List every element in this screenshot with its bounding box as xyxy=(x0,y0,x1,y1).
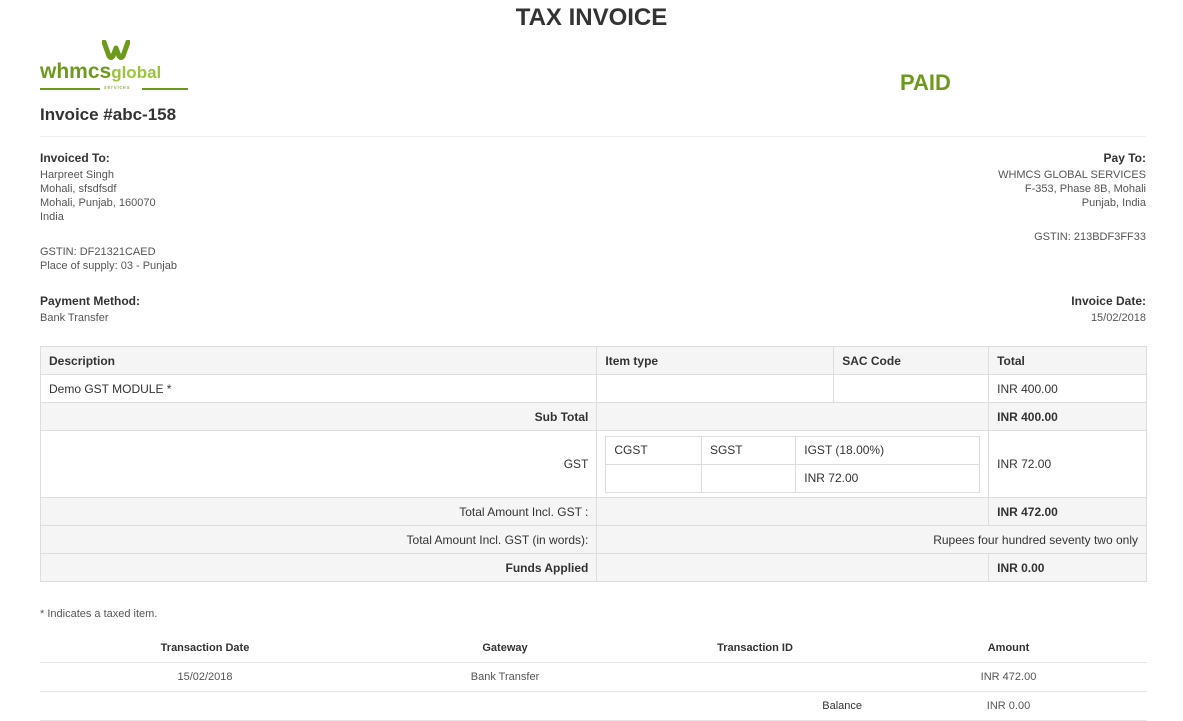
invoiced-to-line: Harpreet Singh xyxy=(40,169,114,181)
table-header-row: Description Item type SAC Code Total xyxy=(39,346,1147,375)
subtotal-label: Sub Total xyxy=(39,402,598,431)
item-description: Demo GST MODULE * xyxy=(39,374,598,403)
pay-to-label: Pay To: xyxy=(1103,151,1146,165)
column-header: Transaction Date xyxy=(40,634,370,663)
column-header: Total xyxy=(988,346,1147,375)
logo-mark-icon xyxy=(102,40,130,60)
total-incl-label: Total Amount Incl. GST : xyxy=(39,497,598,526)
customer-gstin: GSTIN: DF21321CAED xyxy=(40,246,156,258)
balance-label: Balance xyxy=(640,691,870,721)
gst-cgst-header: CGST xyxy=(605,435,702,465)
invoice-number: Invoice #abc-158 xyxy=(40,105,177,124)
funds-applied-value: INR 0.00 xyxy=(988,553,1147,582)
transaction-id xyxy=(640,662,870,692)
gst-igst-value: INR 72.00 xyxy=(795,463,981,493)
table-row: Demo GST MODULE * INR 400.00 xyxy=(39,374,1147,403)
payment-method-label: Payment Method: xyxy=(40,294,141,308)
taxed-item-note: * Indicates a taxed item. xyxy=(40,608,158,620)
invoice-date-block: Invoice Date: 15/02/2018 xyxy=(946,294,1146,325)
funds-applied-label: Funds Applied xyxy=(39,553,598,582)
item-type xyxy=(596,374,835,403)
item-sac-code xyxy=(833,374,990,403)
logo-wordmark: whmcsglobal xyxy=(40,60,162,83)
balance-value: INR 0.00 xyxy=(870,691,1147,721)
transaction-date: 15/02/2018 xyxy=(40,662,370,692)
invoice-date-value: 15/02/2018 xyxy=(1090,312,1146,324)
column-header: Amount xyxy=(870,634,1147,663)
total-words-value: Rupees four hundred seventy two only xyxy=(596,525,1147,554)
gst-breakdown-table: CGST SGST IGST (18.00%) INR 72.00 xyxy=(605,435,981,493)
status-badge: PAID xyxy=(900,70,951,95)
total-words-row: Total Amount Incl. GST (in words): Rupee… xyxy=(39,525,1147,554)
logo-subtext: services xyxy=(104,85,131,91)
column-header: Transaction ID xyxy=(640,634,870,663)
pay-to-line: WHMCS GLOBAL SERVICES xyxy=(998,169,1146,181)
seller-gstin: GSTIN: 213BDF3FF33 xyxy=(1034,231,1146,243)
funds-applied-row: Funds Applied INR 0.00 xyxy=(39,553,1147,582)
gst-row: GST CGST SGST IGST (18.00%) INR 72.00 IN… xyxy=(39,430,1147,498)
pay-to-block: Pay To: WHMCS GLOBAL SERVICES F-353, Pha… xyxy=(746,151,1146,244)
table-row: 15/02/2018 Bank Transfer INR 472.00 xyxy=(40,662,1147,692)
gst-sgst-header: SGST xyxy=(700,435,797,465)
invoice-items-table: Description Item type SAC Code Total Dem… xyxy=(39,346,1147,582)
subtotal-value: INR 400.00 xyxy=(988,402,1147,431)
gst-label: GST xyxy=(39,430,598,498)
subtotal-row: Sub Total INR 400.00 xyxy=(39,402,1147,431)
transactions-header-row: Transaction Date Gateway Transaction ID … xyxy=(40,634,1147,663)
transaction-amount: INR 472.00 xyxy=(870,662,1147,692)
invoiced-to-line: Mohali, sfsdfsdf xyxy=(40,183,117,195)
column-header: Item type xyxy=(596,346,835,375)
item-total: INR 400.00 xyxy=(988,374,1147,403)
column-header: Gateway xyxy=(370,634,640,663)
gst-sgst-value xyxy=(700,463,797,493)
place-of-supply: Place of supply: 03 - Punjab xyxy=(40,260,177,272)
header-divider xyxy=(40,136,1146,137)
balance-row: Balance INR 0.00 xyxy=(40,691,1147,721)
payment-method-block: Payment Method: Bank Transfer xyxy=(40,294,140,325)
transactions-table: Transaction Date Gateway Transaction ID … xyxy=(40,634,1147,721)
total-incl-gst-row: Total Amount Incl. GST : INR 472.00 xyxy=(39,497,1147,526)
transaction-gateway: Bank Transfer xyxy=(370,662,640,692)
invoice-title: TAX INVOICE xyxy=(515,4,668,31)
total-incl-value: INR 472.00 xyxy=(988,497,1147,526)
gst-igst-header: IGST (18.00%) xyxy=(795,435,981,465)
company-logo: whmcsglobal services xyxy=(40,40,200,98)
payment-method-value: Bank Transfer xyxy=(40,312,109,324)
pay-to-line: F-353, Phase 8B, Mohali xyxy=(1024,183,1146,195)
column-header: Description xyxy=(39,346,598,375)
invoiced-to-line: India xyxy=(40,211,64,223)
invoiced-to-label: Invoiced To: xyxy=(40,151,110,165)
total-words-label: Total Amount Incl. GST (in words): xyxy=(39,525,598,554)
invoiced-to-line: Mohali, Punjab, 160070 xyxy=(40,197,156,209)
gst-total: INR 72.00 xyxy=(988,430,1147,498)
gst-cgst-value xyxy=(605,463,702,493)
invoice-date-label: Invoice Date: xyxy=(1071,294,1146,308)
invoiced-to-block: Invoiced To: Harpreet Singh Mohali, sfsd… xyxy=(40,151,440,273)
pay-to-line: Punjab, India xyxy=(1081,197,1146,209)
column-header: SAC Code xyxy=(833,346,990,375)
